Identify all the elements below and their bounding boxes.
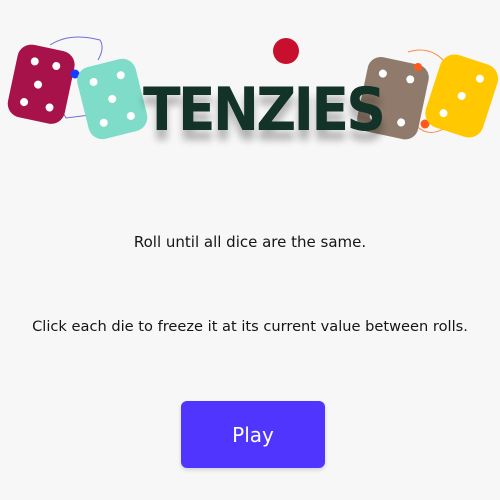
play-button[interactable]: Play [181,401,325,468]
teal-die [77,58,148,140]
crimson-die [7,44,75,124]
tenzies-start-screen: TENZIES Roll until all dice are the same… [0,0,500,500]
red-dot [273,38,299,64]
tenzies-logo: TENZIES [0,0,500,175]
game-title: TENZIES [143,75,386,145]
logo-connector-line [407,49,446,63]
instruction-line-roll: Roll until all dice are the same. [133,233,367,251]
orange-dot [414,63,422,71]
instruction-line-freeze: Click each die to freeze it at its curre… [32,318,468,335]
yellow-die [425,54,499,138]
